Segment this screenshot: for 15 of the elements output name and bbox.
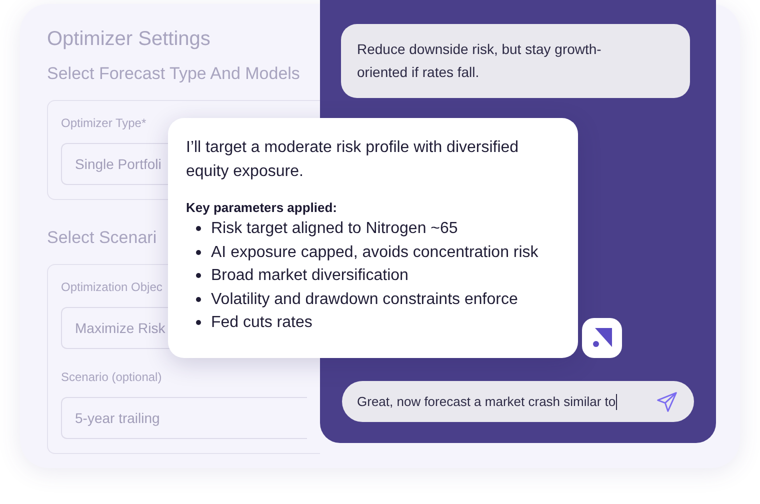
- bullet-text: AI exposure capped, avoids concentration risk: [211, 242, 538, 262]
- field-label: Scenario (optional): [61, 369, 162, 385]
- input-text: Great, now forecast a market crash similar to: [357, 392, 616, 411]
- field-label: Optimization Objec: [61, 279, 162, 295]
- bullet-text: Fed cuts rates: [211, 313, 312, 333]
- field-label: Optimizer Type*: [61, 115, 146, 131]
- bullet-text: Broad market diversification: [211, 266, 408, 286]
- bullet-text: Volatility and drawdown constraints enforce: [211, 290, 518, 310]
- user-message: Reduce downside risk, but stay growth-oriented if rates fall.: [341, 24, 690, 98]
- section-heading: Select Forecast Type And Models: [47, 63, 300, 85]
- settings-title: Optimizer Settings: [47, 27, 210, 52]
- message-heading: Key parameters applied:: [186, 199, 338, 217]
- bullet-text: Risk target aligned to Nitrogen ~65: [211, 219, 458, 239]
- section-heading: Select Scenari: [47, 227, 157, 249]
- message-text: I’ll target a moderate risk profile with diversified equity exposure.: [186, 138, 520, 182]
